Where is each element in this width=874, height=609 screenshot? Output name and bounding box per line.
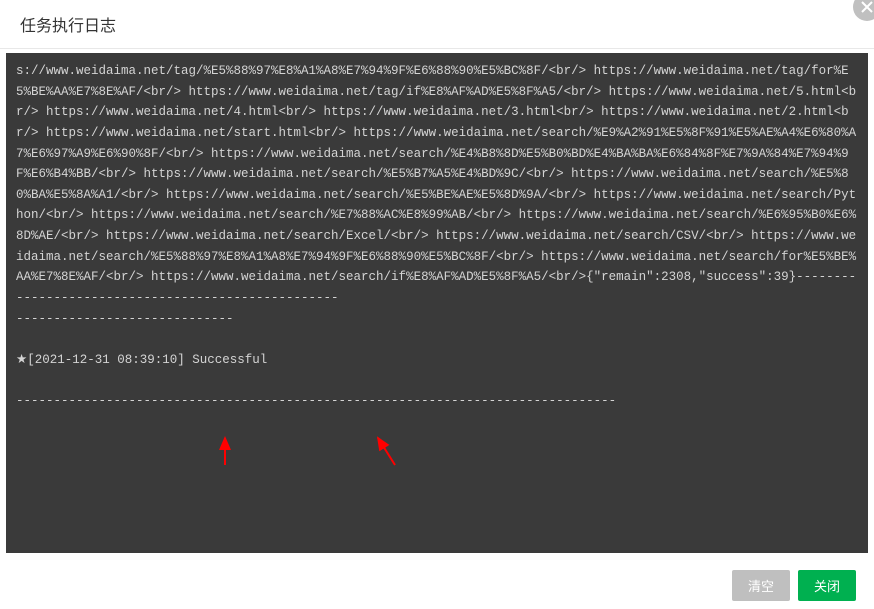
log-text: s://www.weidaima.net/tag/%E5%88%97%E8%A1… bbox=[16, 64, 856, 408]
clear-button[interactable]: 清空 bbox=[732, 570, 790, 601]
close-button[interactable]: 关闭 bbox=[798, 570, 856, 601]
modal-title: 任务执行日志 bbox=[0, 0, 874, 49]
modal-footer: 清空 关闭 bbox=[732, 570, 856, 601]
log-modal: 任务执行日志 s://www.weidaima.net/tag/%E5%88%9… bbox=[0, 0, 874, 609]
log-output[interactable]: s://www.weidaima.net/tag/%E5%88%97%E8%A1… bbox=[6, 53, 868, 553]
